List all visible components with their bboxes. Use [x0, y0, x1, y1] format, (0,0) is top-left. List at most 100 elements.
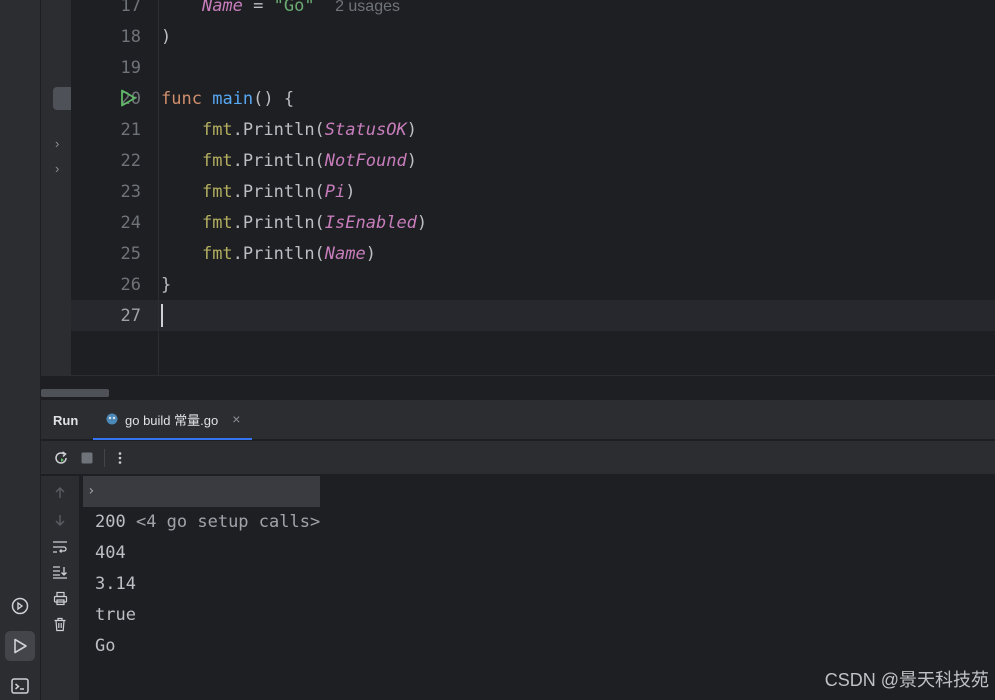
- run-tab[interactable]: go build 常量.go ×: [93, 400, 253, 440]
- close-icon[interactable]: ×: [232, 411, 240, 427]
- console-line: 200: [95, 512, 126, 532]
- line-number: 17: [120, 0, 141, 16]
- line-number: 27: [120, 306, 141, 326]
- setup-calls-label: <4 go setup calls>: [135, 512, 321, 532]
- text-caret: [161, 304, 163, 327]
- toolbar-separator: [104, 449, 105, 467]
- code-token: IsEnabled: [324, 213, 417, 233]
- terminal-icon: [11, 678, 29, 694]
- soft-wrap-button[interactable]: [51, 538, 69, 556]
- code-line[interactable]: fmt.Println(NotFound): [161, 146, 417, 177]
- code-token: .Println(: [232, 182, 325, 202]
- watermark: CSDN @景天科技苑: [824, 670, 989, 690]
- line-number: 22: [120, 151, 141, 171]
- code-token: ): [365, 244, 376, 264]
- line-number: 18: [120, 27, 141, 47]
- structure-column: › ›: [41, 0, 71, 375]
- usages-hint[interactable]: 2 usages: [335, 0, 400, 15]
- run-tool-icon: [14, 638, 27, 654]
- gutter-divider: [158, 0, 159, 375]
- code-token: fmt: [201, 182, 233, 202]
- console-line: true: [95, 605, 136, 625]
- code-token: Name: [201, 0, 243, 16]
- chevron-right-icon: ›: [87, 483, 96, 499]
- trash-icon: [54, 617, 66, 631]
- code-line[interactable]: }: [161, 270, 171, 301]
- line-number: 24: [120, 213, 141, 233]
- code-token: ): [416, 213, 428, 233]
- tool-window-strip: [0, 0, 41, 700]
- horizontal-scrollbar[interactable]: [41, 389, 109, 397]
- previous-occurrence-button[interactable]: [51, 484, 69, 502]
- code-token: ): [161, 27, 172, 47]
- code-editor[interactable]: › › 17 18 19 20 21 22 23 24 25 26 27 Name = "Go" 2…: [41, 0, 995, 375]
- editor-bottom-area: [41, 375, 995, 397]
- code-token: "Go": [273, 0, 315, 16]
- stop-button[interactable]: [78, 449, 96, 467]
- scroll-to-end-button[interactable]: [51, 563, 69, 581]
- run-toolbar: [41, 441, 995, 475]
- code-token: .Println(: [232, 151, 325, 171]
- console-side-actions: [41, 476, 79, 700]
- code-line[interactable]: func main() {: [161, 84, 294, 115]
- play-icon[interactable]: [118, 88, 138, 108]
- print-icon: [53, 591, 67, 605]
- code-token: ): [406, 120, 417, 140]
- code-token: Pi: [324, 182, 346, 202]
- code-token: ): [406, 151, 417, 171]
- setup-calls-fold[interactable]: › <4 go setup calls>: [83, 476, 321, 532]
- console-line: Go: [95, 636, 116, 656]
- more-button[interactable]: [111, 449, 129, 467]
- rerun-button[interactable]: [52, 449, 70, 467]
- code-token: func: [161, 89, 202, 109]
- code-token: fmt: [201, 120, 233, 140]
- console-line: 3.14: [95, 574, 136, 594]
- code-token: main: [212, 89, 254, 109]
- code-line[interactable]: fmt.Println(StatusOK): [161, 115, 417, 146]
- run-tool-button[interactable]: [5, 631, 35, 661]
- run-panel-title: Run: [53, 413, 79, 428]
- code-line[interactable]: fmt.Println(Name): [161, 239, 376, 270]
- current-line-highlight: [71, 300, 995, 331]
- code-token: fmt: [201, 244, 233, 264]
- scroll-to-end-icon: [53, 566, 67, 579]
- code-token: }: [161, 275, 172, 295]
- go-gopher-icon: [106, 413, 118, 425]
- code-line[interactable]: fmt.Println(IsEnabled): [161, 208, 427, 239]
- line-number: 26: [120, 275, 141, 295]
- line-number: 21: [120, 120, 141, 140]
- print-button[interactable]: [51, 589, 69, 607]
- soft-wrap-icon: [53, 541, 67, 553]
- services-tool-button[interactable]: [5, 591, 35, 621]
- arrow-up-icon: [55, 487, 65, 498]
- chevron-right-icon[interactable]: ›: [55, 161, 59, 176]
- next-occurrence-button[interactable]: [51, 511, 69, 529]
- stop-icon: [81, 452, 93, 464]
- structure-marker: [53, 87, 71, 110]
- console-line: 404: [95, 543, 126, 563]
- line-number: 19: [120, 58, 141, 78]
- code-line[interactable]: fmt.Println(Pi): [161, 177, 356, 208]
- run-tab-label: go build 常量.go: [125, 412, 219, 428]
- line-number: 25: [120, 244, 141, 264]
- terminal-tool-button[interactable]: [5, 671, 35, 700]
- code-token: .Println(: [232, 120, 325, 140]
- arrow-down-icon: [55, 515, 65, 526]
- code-token: .Println(: [232, 213, 325, 233]
- code-token: .Println(: [232, 244, 325, 264]
- code-line[interactable]: ): [161, 22, 171, 53]
- clear-all-button[interactable]: [51, 615, 69, 633]
- more-vertical-icon: [118, 452, 122, 464]
- line-number: 23: [120, 182, 141, 202]
- code-token: fmt: [201, 213, 233, 233]
- chevron-right-icon[interactable]: ›: [55, 136, 59, 151]
- code-token: Name: [324, 244, 366, 264]
- code-token: ): [345, 182, 356, 202]
- code-line[interactable]: Name = "Go" 2 usages: [161, 0, 400, 22]
- code-token: =: [242, 0, 274, 16]
